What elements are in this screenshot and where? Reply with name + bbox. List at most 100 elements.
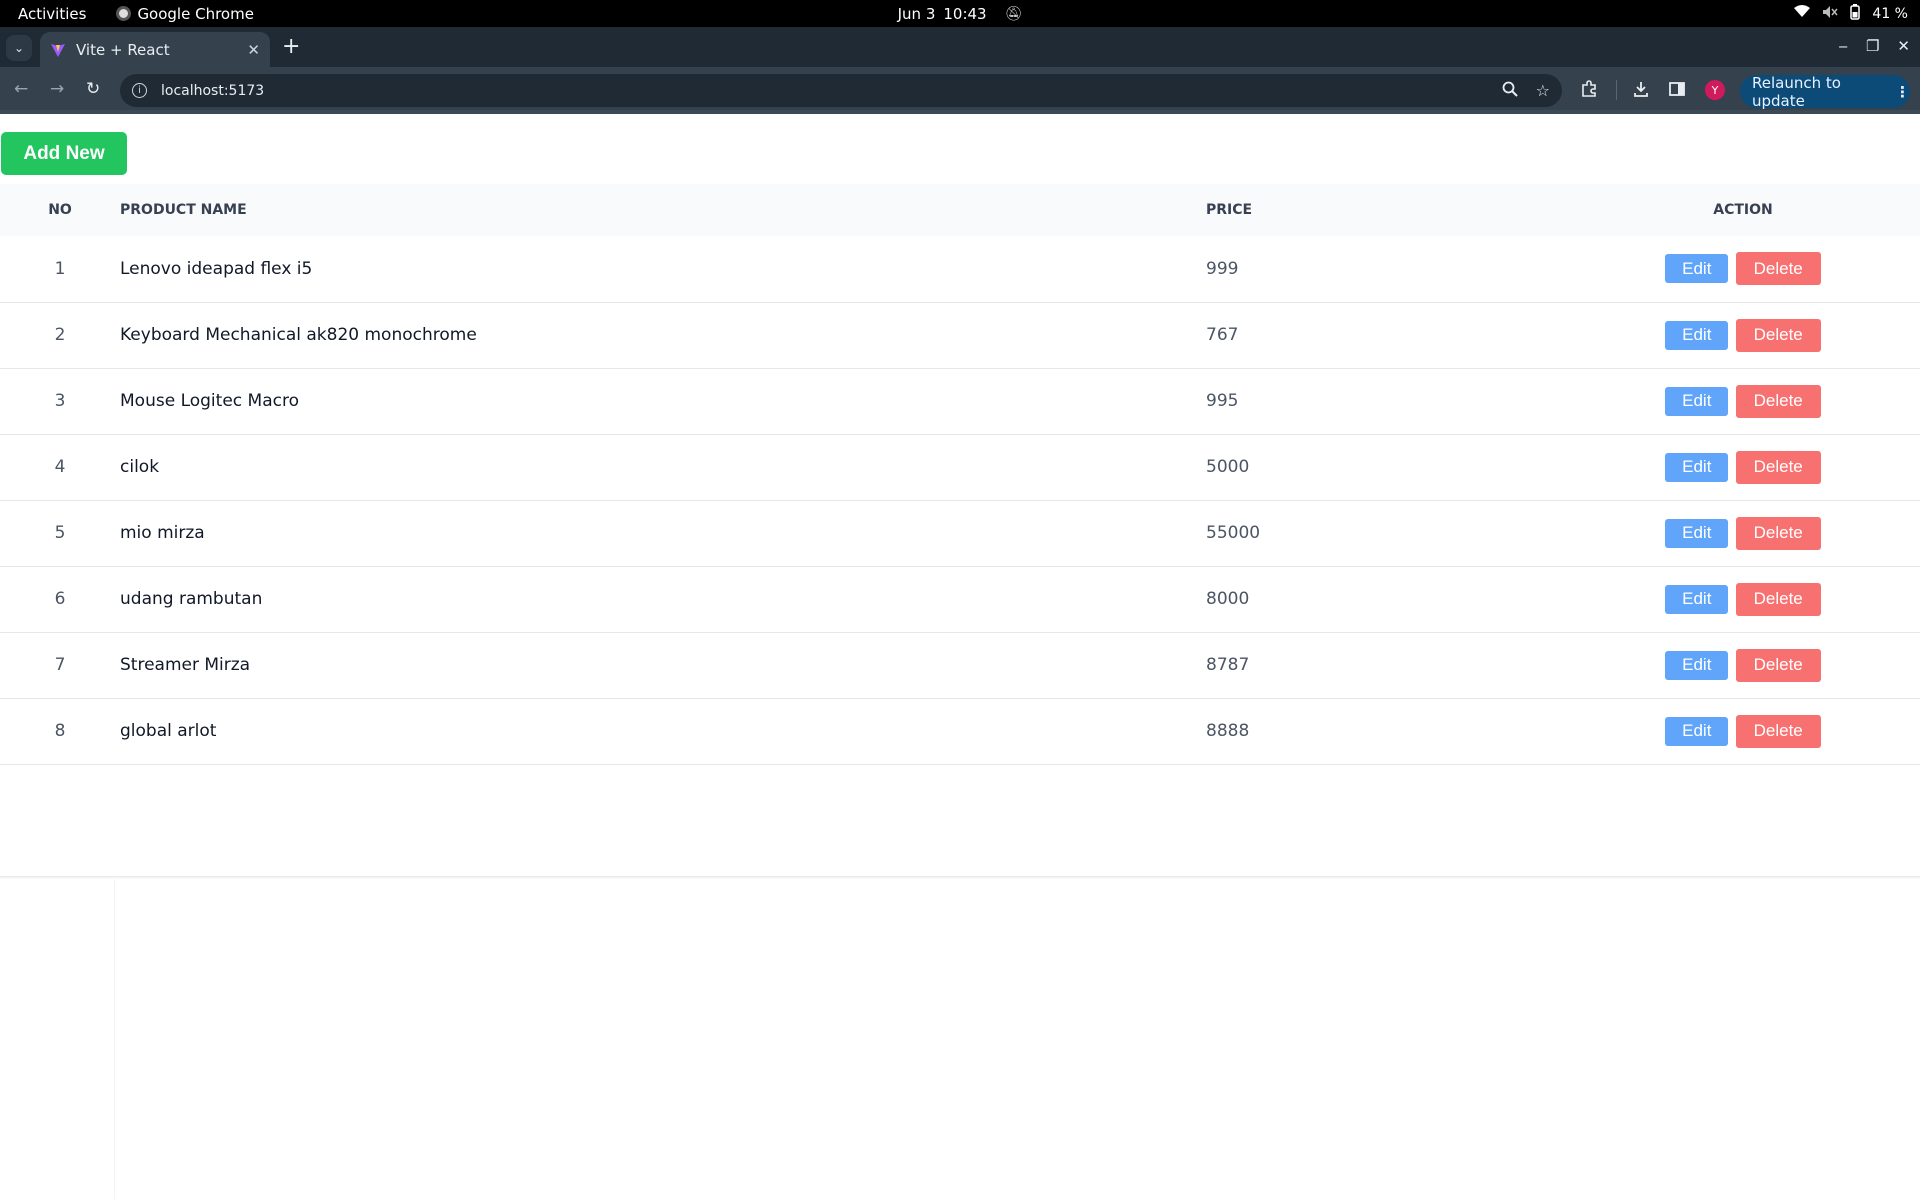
relaunch-button[interactable]: Relaunch to update ⋮: [1740, 73, 1910, 110]
edit-button[interactable]: Edit: [1665, 386, 1729, 416]
product-price: 55000: [1206, 523, 1261, 543]
notifications-off-icon: 🔕︎: [1004, 5, 1023, 22]
reload-icon[interactable]: ↻: [86, 79, 100, 99]
row-actions: Edit Delete: [1566, 302, 1920, 368]
table-row: 8 global arlot 8888 Edit Delete: [0, 698, 1920, 764]
time: 10:43: [943, 4, 987, 23]
table-row: 7 Streamer Mirza 8787 Edit Delete: [0, 632, 1920, 698]
row-number: 6: [54, 589, 66, 609]
add-new-button[interactable]: Add New: [1, 132, 127, 175]
toolbar-separator: [1616, 80, 1617, 100]
zoom-icon[interactable]: [1502, 81, 1518, 101]
products-table: NO PRODUCT NAME PRICE ACTION 1 Lenovo id…: [0, 184, 1920, 765]
browser-toolbar: ← → ↻ i localhost:5173 ☆ Y Relaunch to u…: [0, 67, 1920, 114]
forward-icon[interactable]: →: [50, 79, 64, 99]
chrome-icon: [116, 6, 132, 21]
table-row: 6 udang rambutan 8000 Edit Delete: [0, 566, 1920, 632]
delete-button[interactable]: Delete: [1735, 450, 1821, 484]
date: Jun 3: [897, 4, 936, 23]
tab-strip: ⌄ Vite + React ✕ + ‒ ❐ ✕: [0, 27, 1920, 67]
column-header-no: NO: [48, 202, 72, 218]
delete-button[interactable]: Delete: [1735, 648, 1821, 682]
window-controls: ‒ ❐ ✕: [1838, 37, 1910, 55]
active-tab[interactable]: Vite + React ✕: [40, 32, 270, 67]
row-actions: Edit Delete: [1566, 500, 1920, 566]
battery-icon: [1850, 3, 1861, 24]
download-icon[interactable]: [1632, 80, 1650, 102]
row-number: 4: [54, 457, 66, 477]
row-number: 5: [54, 523, 66, 543]
page-content: Add New NO PRODUCT NAME PRICE ACTION 1 L…: [0, 114, 1920, 1200]
row-number: 3: [54, 391, 66, 411]
close-window-icon[interactable]: ✕: [1897, 37, 1910, 55]
table-header-row: NO PRODUCT NAME PRICE ACTION: [0, 184, 1920, 236]
more-menu-icon: ⋮: [1895, 82, 1910, 101]
row-actions: Edit Delete: [1566, 434, 1920, 500]
product-price: 5000: [1206, 457, 1250, 477]
edit-button[interactable]: Edit: [1665, 716, 1729, 746]
site-info-icon[interactable]: i: [132, 83, 147, 98]
product-name: Mouse Logitec Macro: [120, 391, 299, 411]
extensions-icon[interactable]: [1580, 80, 1598, 102]
profile-avatar[interactable]: Y: [1705, 80, 1725, 100]
product-price: 999: [1206, 258, 1239, 279]
product-name: Streamer Mirza: [120, 655, 251, 675]
column-header-price: PRICE: [1206, 202, 1253, 218]
close-tab-icon[interactable]: ✕: [247, 41, 260, 59]
activities-button[interactable]: Activities: [0, 5, 86, 23]
row-actions: Edit Delete: [1566, 632, 1920, 698]
delete-button[interactable]: Delete: [1735, 384, 1821, 418]
minimize-icon[interactable]: ‒: [1838, 37, 1848, 55]
row-actions: Edit Delete: [1566, 236, 1920, 302]
wifi-icon: [1794, 5, 1811, 22]
restore-icon[interactable]: ❐: [1866, 37, 1879, 55]
edit-button[interactable]: Edit: [1665, 650, 1729, 680]
row-number: 1: [54, 258, 66, 279]
battery-percentage: 41 %: [1872, 5, 1908, 22]
product-price: 8000: [1206, 589, 1250, 609]
table-row: 1 Lenovo ideapad flex i5 999 Edit Delete: [0, 236, 1920, 302]
edit-button[interactable]: Edit: [1665, 320, 1729, 350]
row-actions: Edit Delete: [1566, 698, 1920, 764]
delete-button[interactable]: Delete: [1735, 318, 1821, 352]
product-name: Lenovo ideapad flex i5: [120, 258, 313, 279]
url-text[interactable]: localhost:5173: [161, 83, 1484, 99]
table-row: 4 cilok 5000 Edit Delete: [0, 434, 1920, 500]
column-divider: [114, 879, 115, 1199]
edit-button[interactable]: Edit: [1665, 254, 1729, 284]
address-bar[interactable]: i localhost:5173 ☆: [120, 74, 1562, 107]
product-price: 767: [1206, 325, 1239, 345]
delete-button[interactable]: Delete: [1735, 582, 1821, 616]
vite-favicon-icon: [50, 42, 66, 58]
product-price: 8888: [1206, 721, 1250, 741]
app-menu[interactable]: Google Chrome: [116, 5, 254, 23]
product-name: mio mirza: [120, 523, 205, 543]
product-name: global arlot: [120, 721, 217, 741]
relaunch-label: Relaunch to update: [1752, 73, 1841, 110]
new-tab-icon[interactable]: +: [282, 36, 300, 58]
product-price: 995: [1206, 391, 1239, 411]
clock[interactable]: Jun 3 10:43 🔕︎: [898, 5, 1023, 23]
bookmark-star-icon[interactable]: ☆: [1536, 81, 1550, 100]
row-actions: Edit Delete: [1566, 566, 1920, 632]
column-header-action: ACTION: [1713, 202, 1773, 218]
edit-button[interactable]: Edit: [1665, 452, 1729, 482]
table-row: 2 Keyboard Mechanical ak820 monochrome 7…: [0, 302, 1920, 368]
row-number: 2: [54, 325, 66, 345]
chevron-down-icon: ⌄: [13, 41, 25, 55]
row-actions: Edit Delete: [1566, 368, 1920, 434]
delete-button[interactable]: Delete: [1735, 714, 1821, 748]
edit-button[interactable]: Edit: [1665, 518, 1729, 548]
product-price: 8787: [1206, 655, 1250, 675]
row-number: 8: [54, 721, 66, 741]
delete-button[interactable]: Delete: [1735, 516, 1821, 550]
back-icon[interactable]: ←: [14, 79, 28, 99]
tab-search-button[interactable]: ⌄: [6, 35, 32, 61]
volume-muted-icon: [1822, 5, 1838, 23]
app-name: Google Chrome: [137, 4, 254, 23]
system-tray[interactable]: 41 %: [1794, 3, 1908, 24]
side-panel-icon[interactable]: [1668, 80, 1686, 102]
edit-button[interactable]: Edit: [1665, 584, 1729, 614]
product-name: cilok: [120, 457, 160, 477]
delete-button[interactable]: Delete: [1735, 252, 1821, 286]
